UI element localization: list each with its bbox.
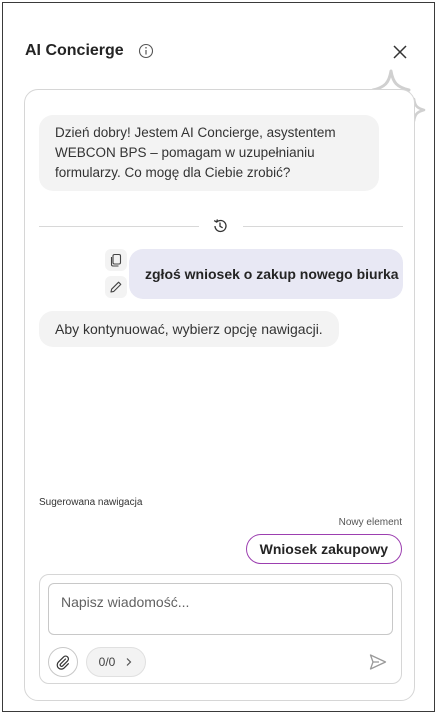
edit-message-button[interactable] — [105, 276, 127, 298]
purchase-request-button[interactable]: Wniosek zakupowy — [245, 534, 402, 564]
info-icon[interactable] — [138, 43, 154, 59]
new-element-label: Nowy element — [338, 517, 402, 528]
bot-greeting-message: Dzień dobry! Jestem AI Concierge, asyste… — [39, 115, 379, 191]
panel-title: AI Concierge — [25, 42, 124, 59]
history-icon[interactable] — [211, 217, 229, 235]
counter-pill[interactable]: 0/0 — [86, 647, 146, 677]
chat-card: Dzień dobry! Jestem AI Concierge, asyste… — [24, 89, 415, 701]
user-message: zgłoś wniosek o zakup nowego biurka — [129, 249, 403, 299]
attach-button[interactable] — [48, 647, 78, 677]
bot-reply-message: Aby kontynuować, wybierz opcję nawigacji… — [39, 311, 339, 347]
copy-message-button[interactable] — [105, 249, 127, 271]
send-icon[interactable] — [368, 652, 388, 672]
counter-text: 0/0 — [98, 655, 116, 669]
history-divider-right — [243, 226, 403, 227]
paperclip-icon — [56, 655, 70, 670]
message-input[interactable] — [48, 583, 393, 635]
chevron-right-icon — [126, 658, 132, 666]
close-icon[interactable] — [391, 43, 409, 61]
suggested-navigation-label: Sugerowana nawigacja — [39, 497, 143, 508]
message-composer: 0/0 — [39, 574, 402, 684]
concierge-panel: AI Concierge Dzień dobry! Jestem AI Conc… — [2, 2, 435, 712]
history-divider-left — [39, 226, 199, 227]
copy-icon — [110, 253, 122, 267]
edit-icon — [110, 281, 122, 293]
